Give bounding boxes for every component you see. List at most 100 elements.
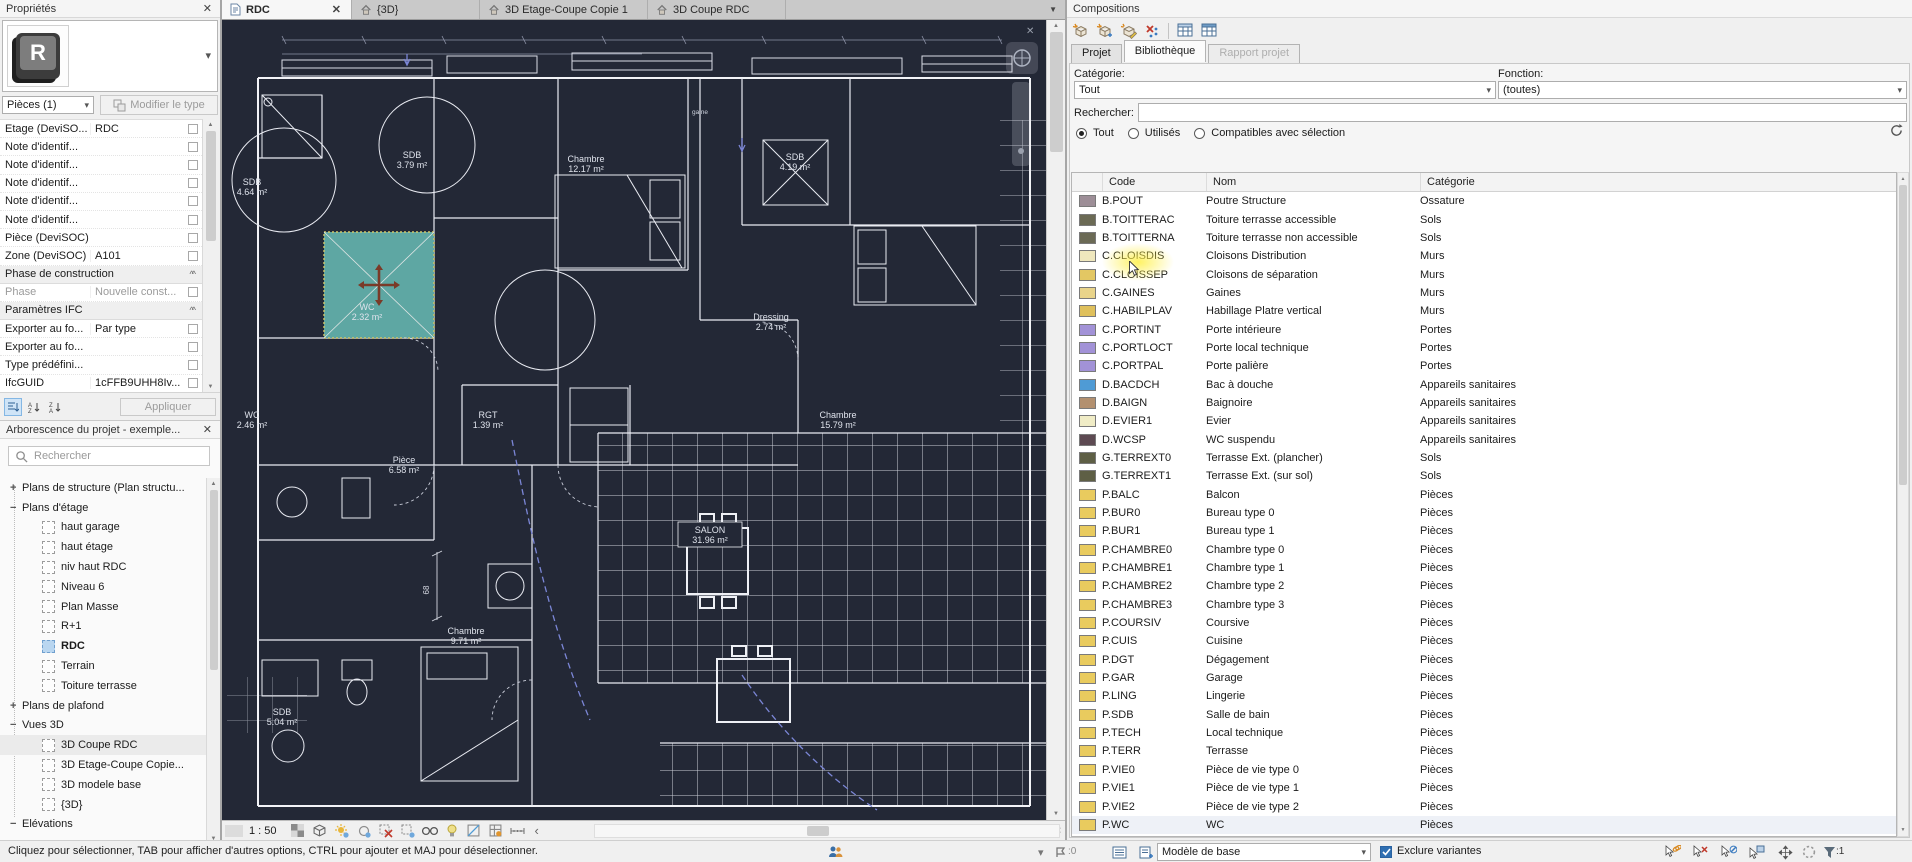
tab-overflow-icon[interactable]: ▼ [1049, 0, 1065, 19]
design-options-edit-icon[interactable] [1137, 844, 1155, 860]
composition-row[interactable]: P.BALCBalconPièces [1072, 486, 1896, 504]
tree-item[interactable]: Toiture terrasse [0, 676, 206, 696]
view-tab-rdc[interactable]: RDC✕ [222, 0, 352, 19]
composition-row[interactable]: P.COURSIVCoursivePièces [1072, 614, 1896, 632]
property-row[interactable]: Etage (DeviSO...RDC [0, 120, 202, 138]
duplicate-composition-button[interactable] [1093, 21, 1115, 41]
view-bar-collapse-icon[interactable]: ‹ [535, 823, 539, 838]
analytical-model-icon[interactable] [463, 823, 485, 839]
sort-default-button[interactable] [4, 398, 22, 416]
composition-row[interactable]: B.TOITTERACToiture terrasse accessibleSo… [1072, 210, 1896, 228]
navigation-bar[interactable] [1012, 82, 1030, 166]
measure-icon[interactable] [507, 823, 529, 839]
property-row[interactable]: Zone (DeviSOC)A101 [0, 247, 202, 265]
code-column-header[interactable]: Code [1102, 173, 1206, 191]
browser-scrollbar[interactable]: ▲ ▼ [206, 478, 220, 845]
drag-elements-icon[interactable] [1776, 844, 1794, 860]
table-edit-button[interactable] [1198, 21, 1220, 41]
refresh-icon[interactable] [1890, 124, 1903, 140]
scrollbar-thumb[interactable] [206, 131, 216, 241]
tree-item[interactable]: −Plans d'étage [0, 498, 206, 518]
function-combo[interactable]: (toutes) ▾ [1498, 81, 1907, 99]
property-row[interactable]: Exporter au fo...Par type [0, 320, 202, 338]
tree-expander-icon[interactable]: + [10, 482, 22, 494]
tab-projet[interactable]: Projet [1071, 44, 1122, 64]
properties-title-bar[interactable]: Propriétés ✕ [0, 0, 220, 18]
scroll-up-icon[interactable]: ▲ [211, 478, 217, 490]
modify-type-button[interactable]: Modifier le type [100, 95, 218, 115]
sort-descending-button[interactable]: ZA [46, 398, 64, 416]
scroll-down-icon[interactable]: ▼ [1901, 824, 1906, 836]
apply-button[interactable]: Appliquer [120, 398, 216, 416]
floor-plan-drawing[interactable]: 68 gaine SDB4.64 m²SDB3.79 m²Chambre12.1… [222, 20, 1046, 820]
property-value[interactable]: A101 [90, 250, 186, 262]
browser-search-box[interactable]: Rechercher [8, 446, 210, 466]
composition-row[interactable]: D.BAIGNBaignoireAppareils sanitaires [1072, 394, 1896, 412]
horizontal-scrollbar[interactable] [594, 824, 1060, 838]
associate-parameter-box[interactable] [188, 324, 198, 334]
associate-parameter-box[interactable] [188, 142, 198, 152]
close-icon[interactable]: ✕ [201, 2, 214, 15]
tab-bibliotheque[interactable]: Bibliothèque [1124, 40, 1207, 62]
tree-item[interactable]: {3D} [0, 795, 206, 815]
radio-tout[interactable] [1076, 128, 1087, 139]
collapse-chevron-icon[interactable]: ^^ [190, 305, 202, 315]
select-links-icon[interactable] [1664, 844, 1682, 860]
property-row[interactable]: IfcGUID1cFFB9UHH8Iv... [0, 375, 202, 393]
property-row[interactable]: Note d'identif... [0, 175, 202, 193]
composition-row[interactable]: G.TERREXT0Terrasse Ext. (plancher)Sols [1072, 449, 1896, 467]
associate-parameter-box[interactable] [188, 360, 198, 370]
tree-item[interactable]: haut garage [0, 518, 206, 538]
close-icon[interactable]: ✕ [330, 3, 343, 16]
select-pinned-icon[interactable] [1720, 844, 1738, 860]
table-view-button[interactable] [1174, 21, 1196, 41]
composition-row[interactable]: C.HABILPLAVHabillage Platre verticalMurs [1072, 302, 1896, 320]
properties-scrollbar[interactable]: ▲ ▼ [202, 119, 218, 393]
chevron-down-icon[interactable]: ▾ [205, 49, 211, 62]
tree-item[interactable]: Terrain [0, 656, 206, 676]
view-tab-3d-etage-coupe-copie-1[interactable]: 3D Etage-Coupe Copie 1 [480, 0, 648, 19]
sort-ascending-button[interactable]: AZ [25, 398, 43, 416]
composition-row[interactable]: C.CLOISDISCloisons DistributionMurs [1072, 247, 1896, 265]
close-icon[interactable]: ✕ [201, 423, 214, 436]
composition-row[interactable]: P.CHAMBRE2Chambre type 2Pièces [1072, 577, 1896, 595]
property-row[interactable]: Exporter au fo... [0, 338, 202, 356]
nom-column-header[interactable]: Nom [1206, 173, 1420, 191]
composition-row[interactable]: P.BUR0Bureau type 0Pièces [1072, 504, 1896, 522]
tree-expander-icon[interactable]: − [10, 719, 22, 731]
scrollbar-thumb[interactable] [1899, 185, 1907, 485]
tree-item[interactable]: 3D modele base [0, 775, 206, 795]
scrollbar-thumb[interactable] [807, 826, 829, 836]
composition-row[interactable]: P.TERRTerrassePièces [1072, 742, 1896, 760]
browser-title-bar[interactable]: Arborescence du projet - exemple... ✕ [0, 421, 220, 439]
radio-utilises[interactable] [1128, 128, 1139, 139]
crop-off-icon[interactable] [375, 823, 397, 839]
composition-row[interactable]: P.CUISCuisinePièces [1072, 632, 1896, 650]
composition-row[interactable]: P.BUR1Bureau type 1Pièces [1072, 522, 1896, 540]
select-underlay-icon[interactable] [1692, 844, 1710, 860]
composition-row[interactable]: P.CHAMBRE1Chambre type 1Pièces [1072, 559, 1896, 577]
reveal-hidden-icon[interactable] [419, 823, 441, 839]
model-display-icon[interactable] [309, 823, 331, 839]
property-value[interactable]: Nouvelle const... [90, 286, 186, 298]
associate-parameter-box[interactable] [188, 215, 198, 225]
associate-parameter-box[interactable] [188, 196, 198, 206]
composition-row[interactable]: D.BACDCHBac à doucheAppareils sanitaires [1072, 375, 1896, 393]
tree-item[interactable]: 3D Coupe RDC [0, 735, 206, 755]
composition-row[interactable]: C.CLOISSEPCloisons de séparationMurs [1072, 265, 1896, 283]
associate-parameter-box[interactable] [188, 378, 198, 388]
composition-row[interactable]: P.VIE0Pièce de vie type 0Pièces [1072, 761, 1896, 779]
close-icon[interactable]: ✕ [1024, 26, 1036, 37]
associate-parameter-box[interactable] [188, 160, 198, 170]
shadows-icon[interactable] [331, 823, 353, 839]
property-row[interactable]: Type prédéfini... [0, 356, 202, 374]
composition-row[interactable]: P.LINGLingeriePièces [1072, 687, 1896, 705]
edit-composition-button[interactable] [1117, 21, 1139, 41]
canvas-vertical-scrollbar[interactable]: ▲ ▼ [1046, 20, 1065, 820]
tree-item[interactable]: 3D Etage-Coupe Copie... [0, 755, 206, 775]
composition-row[interactable]: C.PORTLOCTPorte local techniquePortes [1072, 339, 1896, 357]
scroll-up-icon[interactable]: ▲ [1053, 20, 1059, 32]
associate-parameter-box[interactable] [188, 342, 198, 352]
composition-row[interactable]: P.CHAMBRE0Chambre type 0Pièces [1072, 541, 1896, 559]
drawing-area[interactable]: 68 gaine SDB4.64 m²SDB3.79 m²Chambre12.1… [222, 20, 1046, 820]
